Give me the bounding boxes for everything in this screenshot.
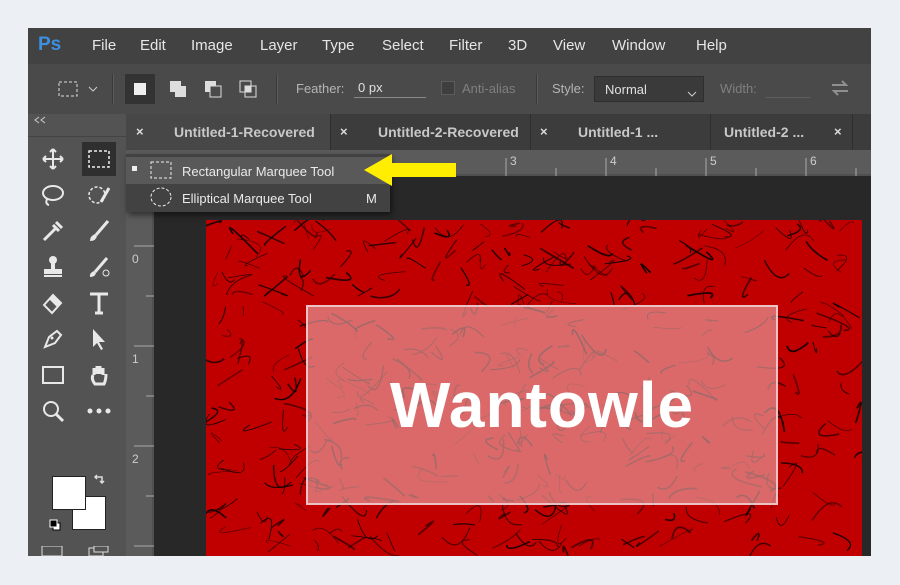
collapse-icon[interactable] — [34, 116, 46, 127]
document-tabs: × Untitled-1-Recovered × Untitled-2-Reco… — [126, 114, 871, 150]
pen-icon[interactable] — [38, 324, 68, 354]
tab-label: Untitled-2 ... — [724, 124, 805, 140]
flyout-item-label: Elliptical Marquee Tool — [182, 191, 312, 206]
options-bar: Feather: 0 px Anti-alias Style: Normal W… — [28, 64, 871, 114]
tab-untitled-1[interactable]: × Untitled-1 ... — [530, 114, 711, 150]
photoshop-window: Ps File Edit Image Layer Type Select Fil… — [28, 28, 871, 556]
ps-logo: Ps — [38, 34, 62, 55]
feather-label: Feather: — [296, 81, 345, 96]
quick-mask-icon[interactable] — [40, 546, 64, 556]
subtract-from-selection-icon[interactable] — [198, 74, 228, 104]
menu-image[interactable]: Image — [191, 37, 233, 54]
menu-file[interactable]: File — [92, 37, 116, 54]
style-label: Style: — [552, 81, 585, 96]
close-icon[interactable]: × — [540, 124, 548, 139]
menu-view[interactable]: View — [553, 37, 585, 54]
menu-layer[interactable]: Layer — [260, 37, 298, 54]
menu-bar: Ps File Edit Image Layer Type Select Fil… — [28, 28, 871, 64]
close-icon[interactable]: × — [834, 124, 842, 139]
tools-panel — [28, 114, 126, 556]
menu-select[interactable]: Select — [382, 37, 424, 54]
history-brush-icon[interactable] — [84, 252, 114, 282]
feather-input[interactable]: 0 px — [354, 77, 426, 98]
anti-alias-label: Anti-alias — [462, 81, 516, 96]
flyout-item-elliptical-marquee[interactable]: Elliptical Marquee Tool M — [126, 184, 390, 211]
chevron-down-icon — [687, 85, 697, 100]
width-label: Width: — [720, 81, 757, 96]
menu-window[interactable]: Window — [612, 37, 665, 54]
rectangular-marquee-icon — [150, 161, 172, 182]
ruler-tick-label: 0 — [132, 252, 139, 266]
eyedropper-icon[interactable] — [38, 216, 68, 246]
menu-type[interactable]: Type — [322, 37, 355, 54]
stamp-icon[interactable] — [38, 252, 68, 282]
ruler-tick-label: 6 — [810, 154, 817, 168]
ruler-tick-label: 5 — [710, 154, 717, 168]
flyout-item-label: Rectangular Marquee Tool — [182, 164, 335, 179]
lasso-icon[interactable] — [38, 180, 68, 210]
style-value: Normal — [605, 82, 647, 97]
menu-3d[interactable]: 3D — [508, 37, 527, 54]
divider — [276, 74, 278, 104]
chevron-down-icon[interactable] — [86, 80, 100, 98]
hand-icon[interactable] — [84, 360, 114, 390]
document-canvas[interactable]: Wantowle — [206, 220, 862, 556]
anti-alias-checkbox[interactable] — [441, 81, 455, 95]
ruler-tick-label: 4 — [610, 154, 617, 168]
foreground-color-swatch[interactable] — [52, 476, 86, 510]
flyout-item-rectangular-marquee[interactable]: Rectangular Marquee Tool — [126, 157, 390, 184]
zoom-icon[interactable] — [38, 396, 68, 426]
style-select[interactable]: Normal — [594, 76, 704, 102]
tab-untitled-2[interactable]: × Untitled-2 ... — [710, 114, 853, 150]
flyout-item-shortcut: M — [366, 191, 377, 206]
text-banner: Wantowle — [306, 305, 778, 505]
canvas-text: Wantowle — [389, 369, 695, 441]
intersect-selection-icon[interactable] — [233, 74, 263, 104]
type-icon[interactable] — [84, 288, 114, 318]
active-indicator — [132, 166, 137, 171]
tab-untitled-2-recovered[interactable]: × Untitled-2-Recovered — [330, 114, 531, 150]
panel-grip — [28, 130, 126, 137]
menu-edit[interactable]: Edit — [140, 37, 166, 54]
close-icon[interactable]: × — [136, 124, 144, 139]
brush-icon[interactable] — [84, 216, 114, 246]
tab-label: Untitled-1 ... — [578, 124, 659, 140]
elliptical-marquee-icon — [150, 187, 172, 210]
screen-mode-icon[interactable] — [86, 546, 112, 556]
path-selection-icon[interactable] — [84, 324, 114, 354]
new-selection-icon[interactable] — [125, 74, 155, 104]
yellow-arrow-icon — [362, 152, 458, 188]
move-icon[interactable] — [38, 144, 68, 174]
menu-help[interactable]: Help — [696, 37, 727, 54]
eraser-icon[interactable] — [38, 288, 68, 318]
quick-selection-icon[interactable] — [84, 180, 114, 210]
menu-filter[interactable]: Filter — [449, 37, 482, 54]
swap-colors-icon[interactable] — [92, 472, 106, 486]
default-colors-icon[interactable] — [48, 518, 62, 532]
swap-icon[interactable] — [828, 77, 852, 99]
tab-label: Untitled-2-Recovered — [378, 124, 519, 140]
marquee-tool-flyout: Rectangular Marquee Tool Elliptical Marq… — [126, 154, 390, 212]
width-input[interactable] — [766, 77, 810, 98]
tab-label: Untitled-1-Recovered — [174, 124, 315, 140]
close-icon[interactable]: × — [340, 124, 348, 139]
marquee-icon[interactable] — [82, 142, 116, 176]
ruler-tick-label: 2 — [132, 452, 139, 466]
ruler-vertical: 0 1 2 — [126, 176, 154, 556]
more-icon[interactable] — [84, 396, 114, 426]
divider — [536, 74, 538, 104]
feather-value: 0 px — [358, 80, 383, 95]
tab-untitled-1-recovered[interactable]: × Untitled-1-Recovered — [126, 114, 331, 150]
divider — [112, 74, 114, 104]
rectangle-icon[interactable] — [38, 360, 68, 390]
ruler-tick-label: 3 — [510, 154, 517, 168]
ruler-tick-label: 1 — [132, 352, 139, 366]
marquee-preset-icon[interactable] — [56, 78, 80, 100]
add-to-selection-icon[interactable] — [163, 74, 193, 104]
